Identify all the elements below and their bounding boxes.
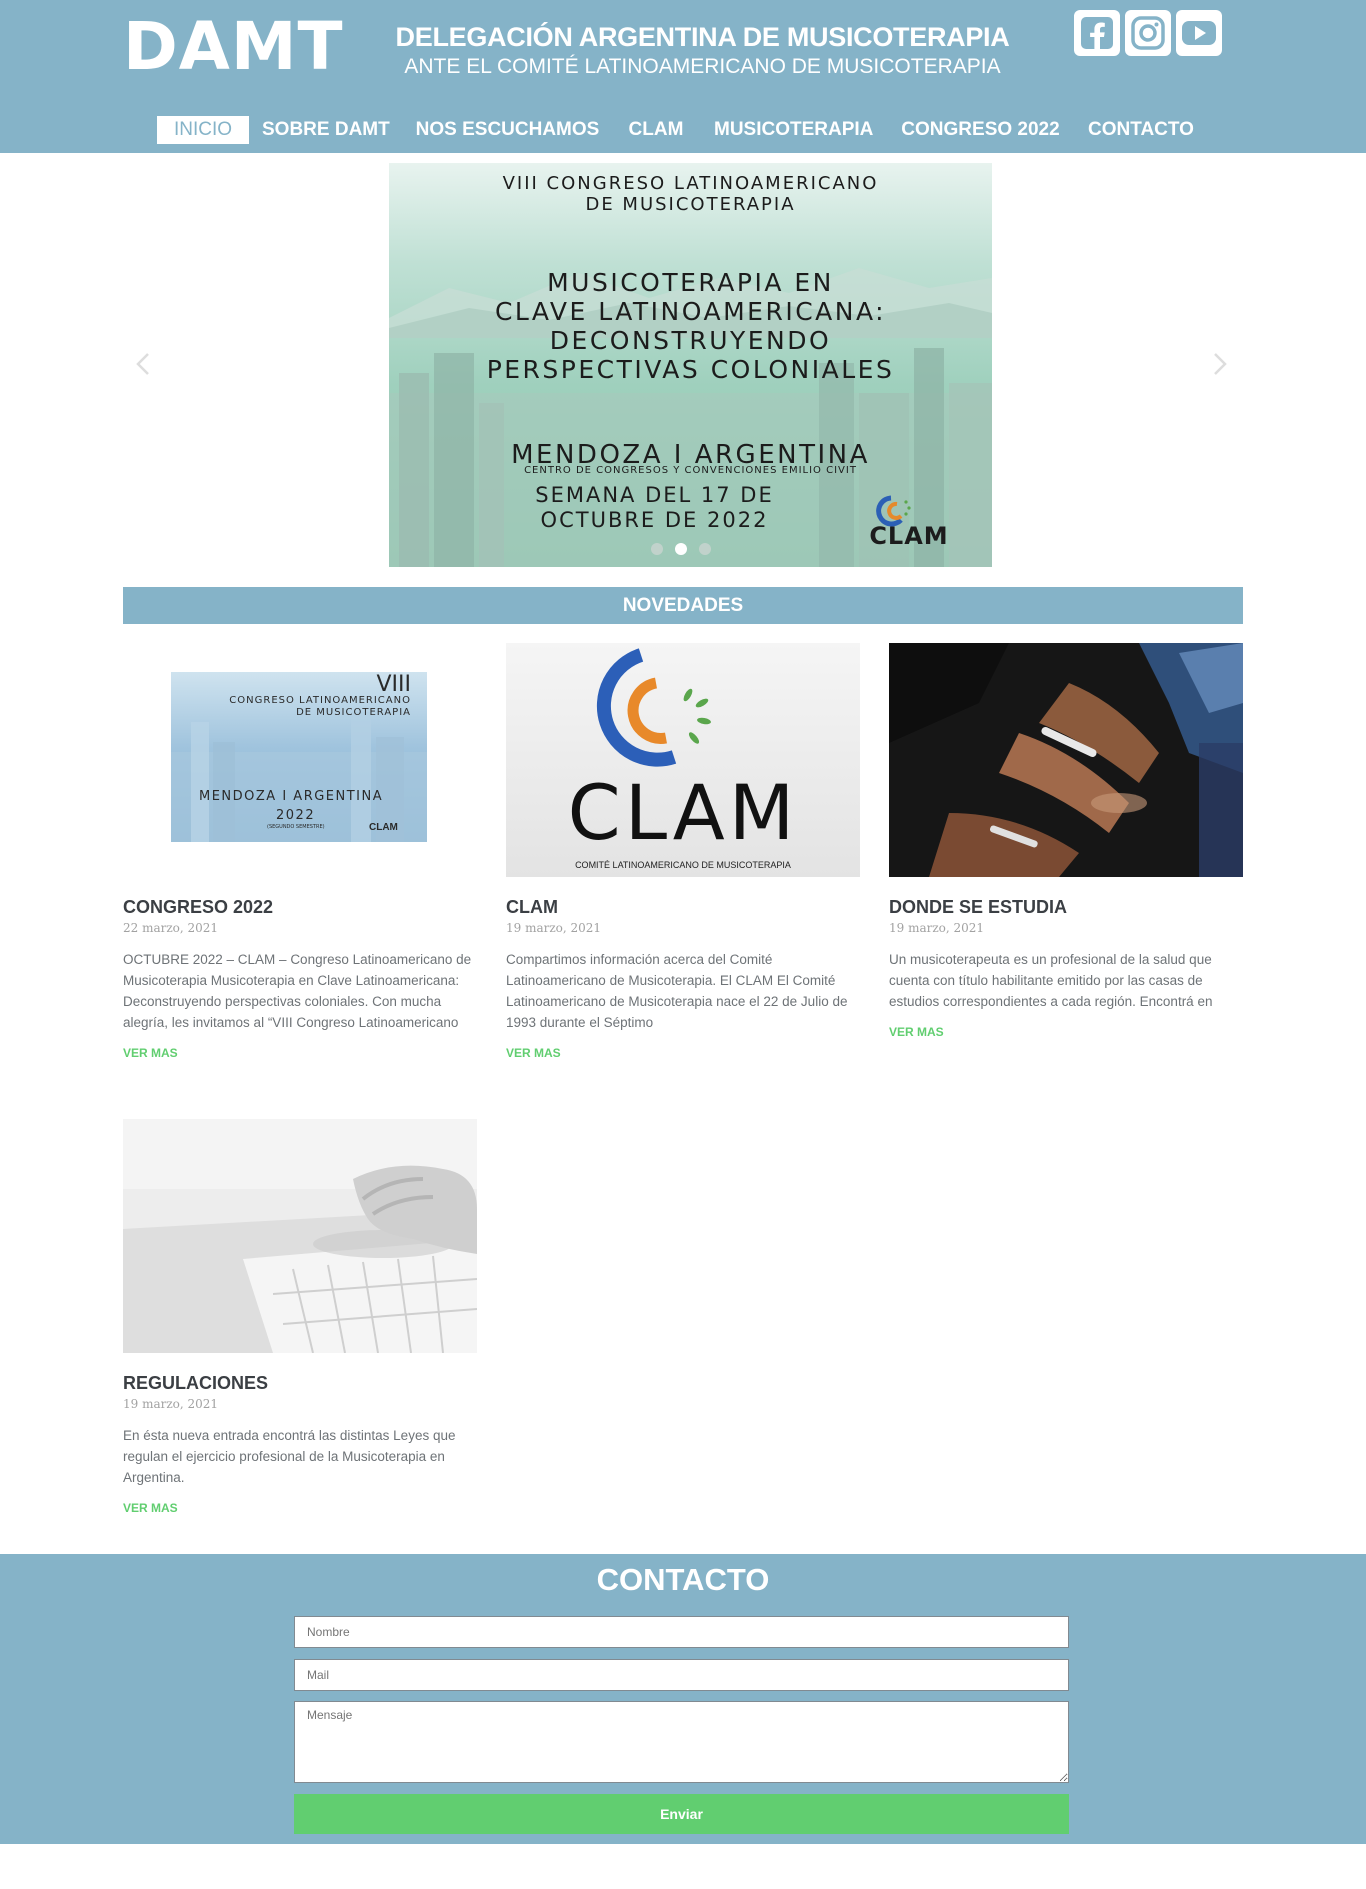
post-card: CLAM COMITÉ LATINOAMERICANO DE MUSICOTER… — [506, 643, 860, 1060]
youtube-icon — [1182, 21, 1216, 45]
read-more-link[interactable]: VER MAS — [889, 1025, 1243, 1039]
thumb-semester: (SEGUNDO SEMESTRE) — [267, 824, 325, 830]
slider-dot-active[interactable] — [675, 543, 687, 555]
congreso-thumb-graphic: VIII CONGRESO LATINOAMERICANO DE MUSICOT… — [171, 672, 427, 842]
site-logo[interactable]: DAMT — [123, 8, 344, 85]
slide-headline-line: DECONSTRUYENDO — [549, 326, 832, 355]
instagram-link[interactable] — [1125, 10, 1171, 56]
site-subtitle: ANTE EL COMITÉ LATINOAMERICANO DE MUSICO… — [404, 55, 1001, 78]
main-nav: INICIO SOBRE DAMT NOS ESCUCHAMOS CLAM MU… — [0, 116, 1366, 144]
clam-badge: CLAM — [859, 490, 959, 550]
slide-subheading-line: VIII CONGRESO LATINOAMERICANO — [502, 173, 879, 194]
post-card: DONDE SE ESTUDIA 19 marzo, 2021 Un music… — [889, 643, 1243, 1039]
slide-subheading-line: DE MUSICOTERAPIA — [585, 194, 796, 215]
submit-button[interactable]: Enviar — [294, 1794, 1069, 1834]
slide-headline: MUSICOTERAPIA EN CLAVE LATINOAMERICANA: … — [389, 268, 992, 384]
slider-dot[interactable] — [699, 543, 711, 555]
message-textarea[interactable] — [294, 1701, 1069, 1783]
chevron-right-icon — [1214, 353, 1227, 375]
contact-section: CONTACTO Enviar — [0, 1554, 1366, 1844]
post-excerpt: Compartimos información acerca del Comit… — [506, 952, 848, 1030]
nav-item-musicoterapia[interactable]: MUSICOTERAPIA — [714, 116, 873, 144]
site-titles: DELEGACIÓN ARGENTINA DE MUSICOTERAPIA AN… — [380, 22, 1025, 79]
hand-on-keyboard-illustration — [123, 1119, 477, 1353]
post-date: 22 marzo, 2021 — [123, 921, 219, 935]
hero-slide[interactable]: VIII CONGRESO LATINOAMERICANO DE MUSICOT… — [389, 163, 992, 567]
post-excerpt: En ésta nueva entrada encontrá las disti… — [123, 1428, 456, 1485]
slide-headline-line: CLAVE LATINOAMERICANA: — [494, 297, 887, 326]
nav-item-contacto[interactable]: CONTACTO — [1085, 116, 1197, 144]
post-title[interactable]: CLAM — [506, 897, 860, 918]
slide-subheading: VIII CONGRESO LATINOAMERICANO DE MUSICOT… — [389, 173, 992, 215]
post-card: VIII CONGRESO LATINOAMERICANO DE MUSICOT… — [123, 643, 477, 1060]
thumb-badge: CLAM — [369, 822, 398, 833]
students-photo-illustration — [889, 643, 1243, 877]
nav-item-congreso-2022[interactable]: CONGRESO 2022 — [901, 116, 1060, 144]
novedades-heading: NOVEDADES — [123, 587, 1243, 624]
thumb-year: 2022 — [276, 808, 316, 823]
read-more-link[interactable]: VER MAS — [123, 1501, 477, 1515]
youtube-link[interactable] — [1176, 10, 1222, 56]
post-excerpt: OCTUBRE 2022 – CLAM – Congreso Latinoame… — [123, 952, 472, 1030]
post-thumbnail[interactable]: VIII CONGRESO LATINOAMERICANO DE MUSICOT… — [123, 643, 477, 877]
post-excerpt: Un musicoterapeuta es un profesional de … — [889, 952, 1213, 1009]
slide-headline-line: MUSICOTERAPIA EN — [547, 268, 834, 297]
thumb-heading: CONGRESO LATINOAMERICANO DE MUSICOTERAPI… — [171, 695, 411, 719]
clam-wordmark: CLAM — [567, 768, 799, 857]
instagram-icon — [1131, 16, 1165, 50]
slider-next-arrow[interactable] — [1213, 350, 1227, 384]
slider-dot[interactable] — [651, 543, 663, 555]
post-title[interactable]: DONDE SE ESTUDIA — [889, 897, 1243, 918]
thumb-heading-line: CONGRESO LATINOAMERICANO — [229, 695, 411, 706]
slide-venue: CENTRO DE CONGRESOS Y CONVENCIONES EMILI… — [524, 465, 857, 476]
nav-item-nos-escuchamos[interactable]: NOS ESCUCHAMOS — [414, 116, 601, 144]
clam-badge-text: CLAM — [869, 522, 949, 550]
nav-item-sobre-damt[interactable]: SOBRE DAMT — [262, 116, 390, 144]
slide-headline-line: PERSPECTIVAS COLONIALES — [486, 355, 895, 384]
post-thumbnail[interactable] — [889, 643, 1243, 877]
slider-prev-arrow[interactable] — [136, 350, 150, 384]
post-title[interactable]: CONGRESO 2022 — [123, 897, 477, 918]
post-date: 19 marzo, 2021 — [889, 921, 985, 935]
post-card: REGULACIONES 19 marzo, 2021 En ésta nuev… — [123, 1119, 477, 1515]
facebook-link[interactable] — [1074, 10, 1120, 56]
mail-input[interactable] — [294, 1659, 1069, 1691]
thumb-city: MENDOZA I ARGENTINA — [199, 789, 384, 804]
post-thumbnail[interactable] — [123, 1119, 477, 1353]
site-title: DELEGACIÓN ARGENTINA DE MUSICOTERAPIA — [395, 22, 1010, 52]
name-input[interactable] — [294, 1616, 1069, 1648]
post-date: 19 marzo, 2021 — [506, 921, 602, 935]
post-thumbnail[interactable]: CLAM COMITÉ LATINOAMERICANO DE MUSICOTER… — [506, 643, 860, 877]
read-more-link[interactable]: VER MAS — [123, 1046, 477, 1060]
thumb-numeral: VIII — [376, 672, 411, 697]
nav-item-inicio[interactable]: INICIO — [157, 116, 249, 144]
contact-heading: CONTACTO — [596, 1562, 770, 1597]
nav-item-clam[interactable]: CLAM — [625, 116, 687, 144]
site-header: DAMT DELEGACIÓN ARGENTINA DE MUSICOTERAP… — [0, 0, 1366, 153]
clam-caption: COMITÉ LATINOAMERICANO DE MUSICOTERAPIA — [575, 860, 791, 870]
facebook-icon — [1081, 17, 1113, 49]
post-title[interactable]: REGULACIONES — [123, 1373, 477, 1394]
chevron-left-icon — [136, 353, 149, 375]
thumb-heading-line: DE MUSICOTERAPIA — [296, 707, 411, 718]
post-date: 19 marzo, 2021 — [123, 1397, 219, 1411]
read-more-link[interactable]: VER MAS — [506, 1046, 860, 1060]
